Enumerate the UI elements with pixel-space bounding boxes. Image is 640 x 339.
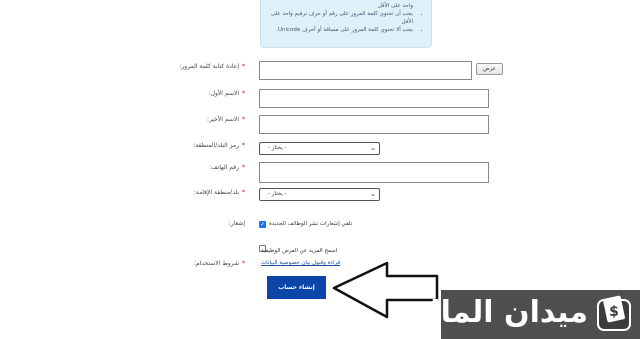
money-hand-icon: $ [597,295,631,331]
pointer-arrow-icon [332,261,439,319]
brand-name: ميدان المال [414,295,588,330]
dollar-glyph: $ [609,304,619,320]
site-logo: $ ميدان المال [415,290,640,339]
